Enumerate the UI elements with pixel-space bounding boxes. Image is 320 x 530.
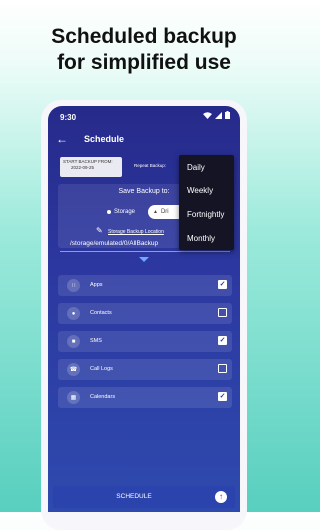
checkbox-calendars[interactable]: ✓ xyxy=(218,392,227,401)
chevron-down-icon[interactable] xyxy=(139,257,149,262)
drive-option-label: Dri xyxy=(160,209,169,215)
person-icon: ● xyxy=(67,307,80,320)
signal-icon xyxy=(215,111,222,119)
cloud-upload-icon: ↑ xyxy=(215,491,227,503)
phone-screen: 9:30 ← Schedule START BACKUP FROM: 2022-… xyxy=(48,106,240,512)
repeat-backup-label: Repeat Backup: xyxy=(134,163,167,168)
divider xyxy=(60,251,230,252)
drive-icon: ▲ xyxy=(153,209,158,215)
repeat-dropdown-menu: Daily Weekly Fortnightly Monthly xyxy=(179,155,234,250)
battery-icon xyxy=(225,111,230,119)
app-bar: ← Schedule xyxy=(48,128,240,154)
phone-icon: ☎ xyxy=(67,363,80,376)
arrow-left-icon[interactable]: ← xyxy=(56,132,68,146)
schedule-button-label: SCHEDULE xyxy=(116,493,152,500)
pencil-icon[interactable]: ✎ xyxy=(96,226,103,235)
item-label: Contacts xyxy=(90,310,112,316)
wifi-icon xyxy=(203,111,212,119)
storage-location-link[interactable]: Storage Backup Location xyxy=(108,229,164,235)
message-icon: ■ xyxy=(67,335,80,348)
menu-item-weekly[interactable]: Weekly xyxy=(187,186,213,195)
page-title: Schedule xyxy=(84,134,125,144)
checkbox-contacts[interactable] xyxy=(218,308,227,317)
headline-line2: for simplified use xyxy=(57,51,231,74)
item-row-contacts[interactable]: ● Contacts xyxy=(58,303,232,324)
headline-line1: Scheduled backup xyxy=(51,25,237,48)
item-row-calendars[interactable]: ▦ Calendars ✓ xyxy=(58,387,232,408)
radio-dot-icon xyxy=(106,210,111,214)
item-row-apps[interactable]: ∷ Apps ✓ xyxy=(58,275,232,296)
item-label: SMS xyxy=(90,338,102,344)
checkbox-sms[interactable]: ✓ xyxy=(218,336,227,345)
item-row-sms[interactable]: ■ SMS ✓ xyxy=(58,331,232,352)
menu-item-daily[interactable]: Daily xyxy=(187,163,205,172)
checkbox-call-logs[interactable] xyxy=(218,364,227,373)
status-time: 9:30 xyxy=(60,113,77,122)
item-row-call-logs[interactable]: ☎ Call Logs xyxy=(58,359,232,380)
start-backup-field[interactable]: START BACKUP FROM: 2022-09-25 xyxy=(60,157,122,177)
headline: Scheduled backup for simplified use xyxy=(0,24,288,76)
item-label: Apps xyxy=(90,282,103,288)
storage-target-toggle: Storage ▲ Dri xyxy=(96,205,192,219)
status-icons xyxy=(203,111,230,119)
schedule-button[interactable]: SCHEDULE ↑ xyxy=(53,486,235,508)
status-bar: 9:30 xyxy=(48,106,240,128)
checkbox-apps[interactable]: ✓ xyxy=(218,280,227,289)
grid-icon: ∷ xyxy=(67,279,80,292)
item-label: Call Logs xyxy=(90,366,113,372)
start-backup-date: 2022-09-25 xyxy=(71,165,95,170)
menu-item-monthly[interactable]: Monthly xyxy=(187,234,215,243)
storage-option-label: Storage xyxy=(113,209,135,215)
menu-item-fortnightly[interactable]: Fortnightly xyxy=(187,210,224,219)
storage-option[interactable]: Storage xyxy=(96,205,146,219)
calendar-icon: ▦ xyxy=(67,391,80,404)
item-label: Calendars xyxy=(90,394,116,400)
